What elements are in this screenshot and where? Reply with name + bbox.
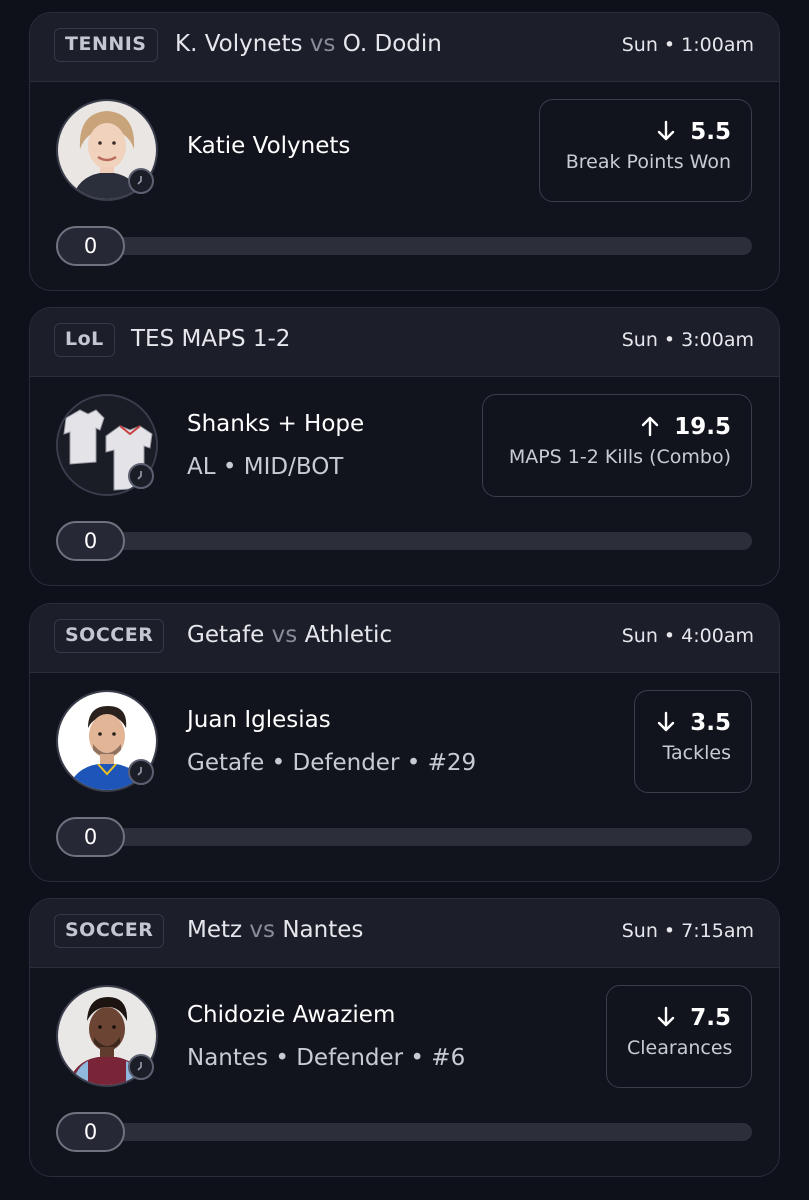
player-name: Katie Volynets bbox=[187, 133, 351, 159]
matchup: K. Volynets vs O. Dodin bbox=[175, 31, 442, 57]
sport-badge: SOCCER bbox=[54, 619, 165, 653]
line-box[interactable]: 5.5 Break Points Won bbox=[539, 99, 752, 202]
matchup: Getafe vs Athletic bbox=[187, 622, 392, 648]
player-details: Nantes • Defender • #6 bbox=[187, 1045, 466, 1071]
line-value: 5.5 bbox=[560, 119, 731, 145]
card-header: LoL TES MAPS 1-2 Sun • 3:00am bbox=[30, 308, 779, 377]
prop-card-volynets[interactable]: TENNIS K. Volynets vs O. Dodin Sun • 1:0… bbox=[29, 12, 780, 291]
arrow-up-icon bbox=[642, 416, 659, 437]
player-name: Shanks + Hope bbox=[187, 411, 365, 437]
line-box[interactable]: 19.5 MAPS 1-2 Kills (Combo) bbox=[482, 394, 752, 497]
progress-track bbox=[56, 532, 752, 550]
sport-badge: LoL bbox=[54, 323, 115, 357]
team-b: O. Dodin bbox=[342, 31, 442, 57]
stat-label: Tackles bbox=[662, 742, 731, 764]
progress-count: 0 bbox=[56, 817, 125, 857]
prop-card-awaziem[interactable]: SOCCER Metz vs Nantes Sun • 7:15am Chido… bbox=[29, 898, 780, 1177]
matchup: Metz vs Nantes bbox=[187, 917, 363, 943]
player-name: Chidozie Awaziem bbox=[187, 1002, 396, 1028]
stat-label: MAPS 1-2 Kills (Combo) bbox=[508, 446, 731, 468]
game-time: Sun • 4:00am bbox=[621, 625, 754, 647]
stat-label: Break Points Won bbox=[565, 151, 731, 173]
player-details: Getafe • Defender • #29 bbox=[187, 750, 477, 776]
team-a: Metz bbox=[187, 917, 243, 943]
prop-card-shanks-hope[interactable]: LoL TES MAPS 1-2 Sun • 3:00am Shanks + H… bbox=[29, 307, 780, 586]
sport-badge: TENNIS bbox=[54, 28, 158, 62]
team-b: Nantes bbox=[282, 917, 364, 943]
team-a: Getafe bbox=[187, 622, 265, 648]
progress-track bbox=[56, 1123, 752, 1141]
line-value: 7.5 bbox=[627, 1005, 731, 1031]
line-number: 3.5 bbox=[690, 710, 731, 736]
stat-label: Clearances bbox=[627, 1037, 733, 1059]
clock-icon bbox=[128, 759, 154, 785]
progress-count: 0 bbox=[56, 226, 125, 266]
line-number: 7.5 bbox=[690, 1005, 731, 1031]
game-time: Sun • 1:00am bbox=[621, 34, 754, 56]
team-b: Athletic bbox=[304, 622, 393, 648]
prop-card-iglesias[interactable]: SOCCER Getafe vs Athletic Sun • 4:00am J… bbox=[29, 603, 780, 882]
game-time: Sun • 7:15am bbox=[621, 920, 754, 942]
game-time: Sun • 3:00am bbox=[621, 329, 754, 351]
clock-icon bbox=[128, 168, 154, 194]
arrow-down-icon bbox=[658, 1006, 675, 1027]
line-box[interactable]: 7.5 Clearances bbox=[606, 985, 752, 1088]
vs-label: vs bbox=[271, 622, 298, 648]
line-number: 5.5 bbox=[690, 119, 731, 145]
clock-icon bbox=[128, 463, 154, 489]
arrow-down-icon bbox=[658, 711, 675, 732]
sport-badge: SOCCER bbox=[54, 914, 165, 948]
progress-track bbox=[56, 237, 752, 255]
vs-label: vs bbox=[309, 31, 336, 57]
clock-icon bbox=[128, 1054, 154, 1080]
line-number: 19.5 bbox=[674, 414, 731, 440]
progress-count: 0 bbox=[56, 1112, 125, 1152]
line-box[interactable]: 3.5 Tackles bbox=[634, 690, 752, 793]
card-header: SOCCER Getafe vs Athletic Sun • 4:00am bbox=[30, 604, 779, 673]
card-header: TENNIS K. Volynets vs O. Dodin Sun • 1:0… bbox=[30, 13, 779, 82]
player-name: Juan Iglesias bbox=[187, 707, 331, 733]
card-header: SOCCER Metz vs Nantes Sun • 7:15am bbox=[30, 899, 779, 968]
progress-track bbox=[56, 828, 752, 846]
progress-count: 0 bbox=[56, 521, 125, 561]
line-value: 19.5 bbox=[503, 414, 731, 440]
line-value: 3.5 bbox=[655, 710, 731, 736]
player-details: AL • MID/BOT bbox=[187, 454, 344, 480]
team-a: K. Volynets bbox=[175, 31, 303, 57]
match-title: TES MAPS 1-2 bbox=[131, 326, 291, 352]
vs-label: vs bbox=[249, 917, 276, 943]
arrow-down-icon bbox=[658, 120, 675, 141]
